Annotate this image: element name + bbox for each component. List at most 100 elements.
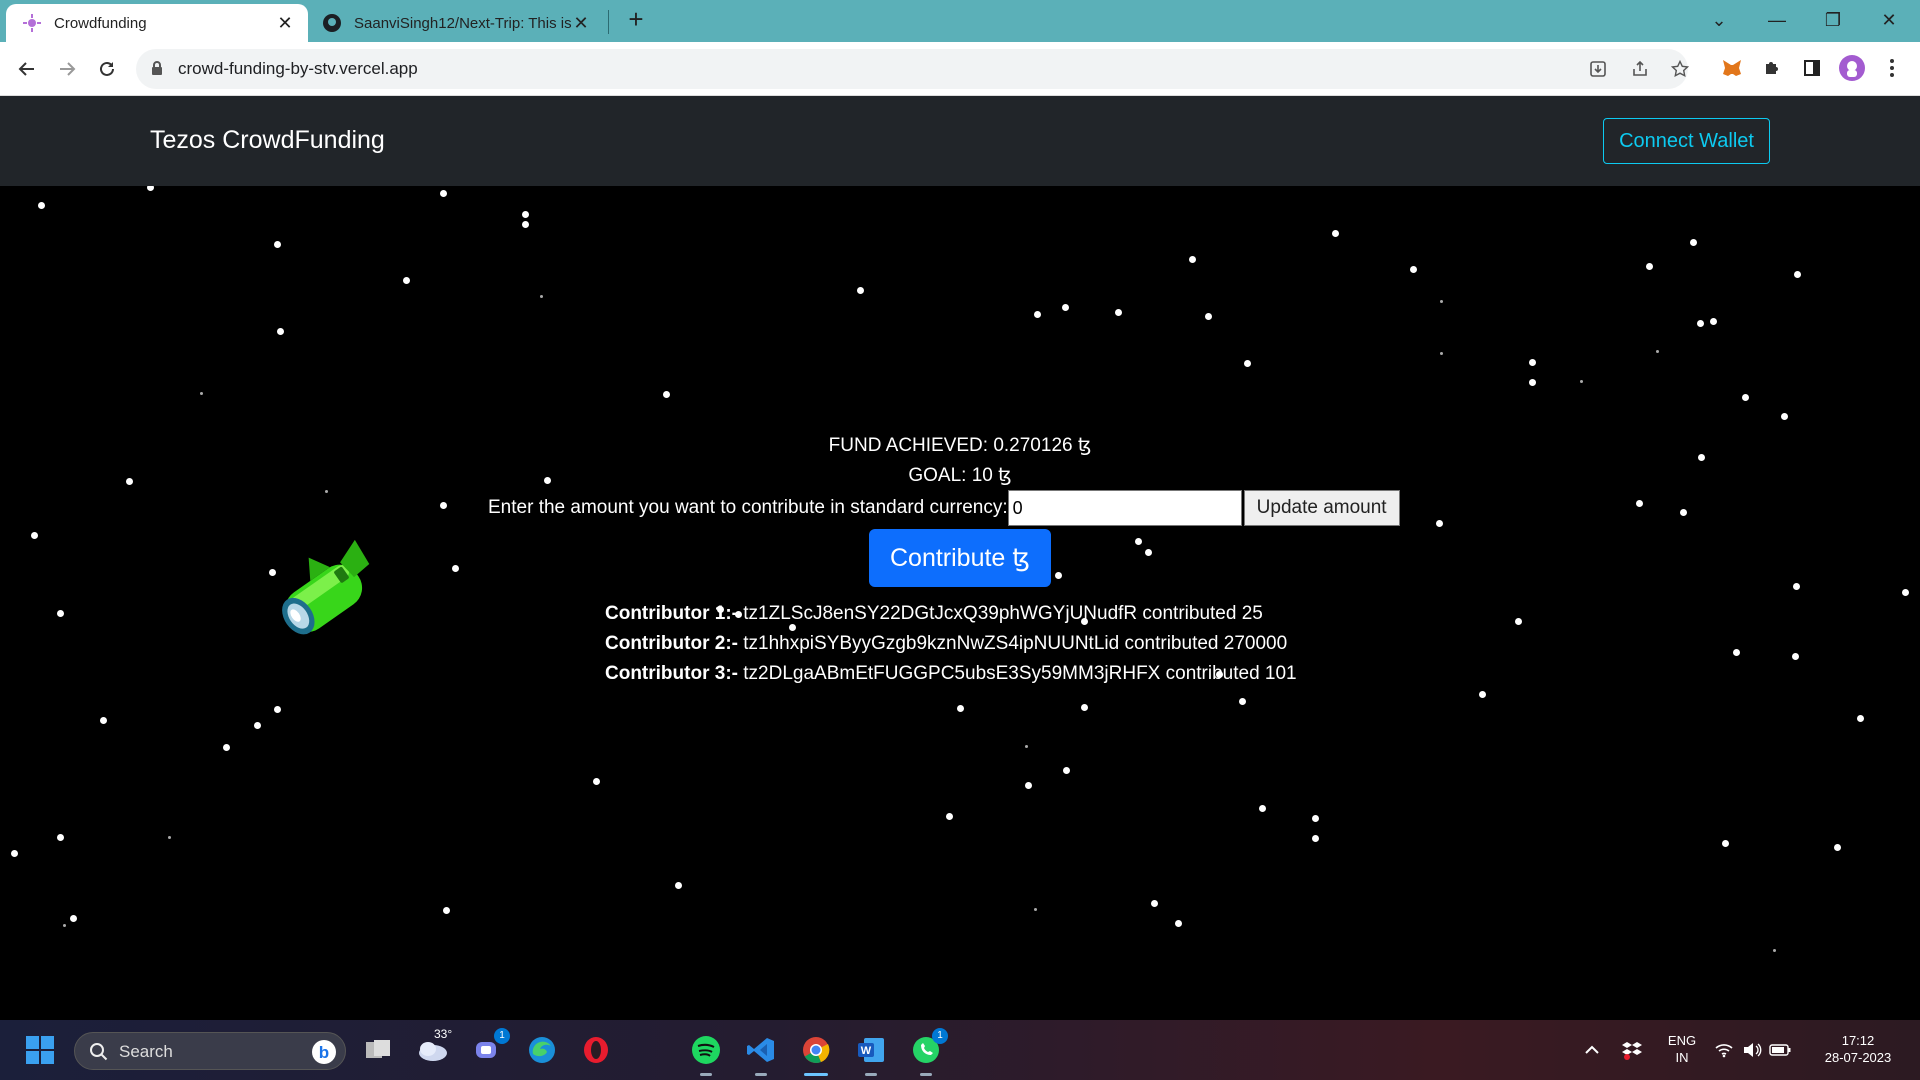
update-amount-button[interactable]: Update amount — [1243, 490, 1400, 526]
svg-text:b: b — [319, 1043, 329, 1062]
forward-button[interactable] — [52, 54, 82, 84]
contributors-list: Contributor 1:- tz1ZLScJ8enSY22DGtJcxQ39… — [605, 599, 1297, 689]
close-window-button[interactable]: ✕ — [1866, 0, 1912, 40]
star-decoration — [1062, 304, 1069, 311]
opera-browser-icon[interactable] — [578, 1032, 614, 1068]
url-text: crowd-funding-by-stv.vercel.app — [178, 59, 418, 78]
star-decoration — [1722, 840, 1729, 847]
star-decoration — [277, 328, 284, 335]
star-decoration — [440, 190, 447, 197]
task-view-icon[interactable] — [360, 1032, 396, 1068]
whatsapp-icon[interactable]: 1 — [908, 1028, 948, 1068]
star-decoration — [1529, 359, 1536, 366]
edge-browser-icon[interactable] — [524, 1032, 560, 1068]
star-decoration — [1175, 920, 1182, 927]
star-decoration — [1410, 266, 1417, 273]
lock-icon[interactable] — [150, 60, 164, 81]
star-decoration — [946, 813, 953, 820]
close-tab-icon[interactable]: ✕ — [572, 14, 590, 32]
windows-start-icon[interactable] — [22, 1032, 58, 1068]
taskbar-search-box[interactable]: Search b — [74, 1032, 346, 1070]
side-panel-icon[interactable] — [1798, 54, 1826, 82]
connect-wallet-button[interactable]: Connect Wallet — [1603, 118, 1770, 164]
restore-button[interactable]: ❐ — [1810, 0, 1856, 40]
star-decoration — [522, 211, 529, 218]
fund-achieved-text: FUND ACHIEVED: 0.270126 ꜩ — [828, 435, 1092, 456]
minimize-button[interactable]: — — [1754, 0, 1800, 40]
weather-temp: 33° — [434, 1027, 453, 1041]
vscode-icon[interactable] — [743, 1032, 779, 1068]
star-decoration — [1857, 715, 1864, 722]
list-item: Contributor 2:- tz1hhxpiSYByyGzgb9kznNwZ… — [605, 629, 1297, 659]
star-decoration — [1636, 500, 1643, 507]
windows-taskbar: Search b 33° 1 W 1 ENG IN 17:12 28-07-20… — [0, 1020, 1920, 1080]
list-item: Contributor 1:- tz1ZLScJ8enSY22DGtJcxQ39… — [605, 599, 1297, 629]
word-icon[interactable]: W — [853, 1032, 889, 1068]
browser-menu-icon[interactable] — [1878, 54, 1906, 82]
goal-text: GOAL: 10 ꜩ — [908, 465, 1012, 486]
back-button[interactable] — [12, 54, 42, 84]
search-placeholder: Search — [119, 1042, 173, 1061]
browser-toolbar: crowd-funding-by-stv.vercel.app — [0, 42, 1920, 96]
contributor-label: Contributor 3:- — [605, 663, 738, 684]
star-decoration — [1680, 509, 1687, 516]
metamask-extension-icon[interactable] — [1718, 54, 1746, 82]
install-app-icon[interactable] — [1588, 59, 1608, 79]
star-decoration — [1189, 256, 1196, 263]
star-decoration — [957, 705, 964, 712]
bing-icon[interactable]: b — [311, 1039, 337, 1070]
extensions-puzzle-icon[interactable] — [1758, 54, 1786, 82]
address-bar[interactable]: crowd-funding-by-stv.vercel.app — [136, 49, 1690, 89]
close-tab-icon[interactable]: ✕ — [276, 14, 294, 32]
star-decoration — [1733, 649, 1740, 656]
running-indicator — [700, 1073, 712, 1076]
tab-search-chevron-icon[interactable]: ⌄ — [1696, 0, 1742, 40]
star-decoration — [1794, 271, 1801, 278]
new-tab-button[interactable]: + — [622, 6, 650, 34]
star-decoration — [1025, 782, 1032, 789]
contribute-button[interactable]: Contribute ꜩ — [869, 529, 1051, 587]
spotify-icon[interactable] — [688, 1032, 724, 1068]
site-brand[interactable]: Tezos CrowdFunding — [150, 126, 385, 155]
star-decoration — [1742, 394, 1749, 401]
star-decoration — [1312, 815, 1319, 822]
tab-crowdfunding[interactable]: Crowdfunding ✕ — [6, 4, 308, 42]
list-item: Contributor 3:- tz2DLgaABmEtFUGGPC5ubsE3… — [605, 659, 1297, 689]
star-decoration — [1259, 805, 1266, 812]
browser-tab-strip: Crowdfunding ✕ SaanviSingh12/Next-Trip: … — [0, 0, 1920, 42]
chrome-icon[interactable] — [798, 1032, 834, 1068]
tab-separator — [608, 10, 609, 34]
star-decoration — [1055, 572, 1062, 579]
wifi-icon[interactable] — [1710, 1032, 1738, 1068]
dropbox-tray-icon[interactable] — [1614, 1032, 1650, 1068]
language-indicator[interactable]: ENG IN — [1660, 1032, 1704, 1066]
volume-icon[interactable] — [1738, 1032, 1766, 1068]
contribution-amount-row: Enter the amount you want to contribute … — [488, 490, 1400, 526]
star-decoration — [274, 706, 281, 713]
contributor-detail: tz1hhxpiSYByyGzgb9kznNwZS4ipNUUNtLid con… — [737, 633, 1288, 654]
language-code: ENG — [1667, 1033, 1697, 1048]
star-decoration — [1529, 379, 1536, 386]
clock[interactable]: 17:12 28-07-2023 — [1808, 1032, 1908, 1066]
star-decoration — [1479, 691, 1486, 698]
tray-overflow-chevron-icon[interactable] — [1574, 1032, 1610, 1068]
star-decoration — [1773, 949, 1776, 952]
reload-button[interactable] — [92, 54, 122, 84]
battery-icon[interactable] — [1766, 1032, 1794, 1068]
star-decoration — [1115, 309, 1122, 316]
tab-github-next-trip[interactable]: SaanviSingh12/Next-Trip: This is a ✕ — [312, 4, 602, 42]
star-decoration — [223, 744, 230, 751]
site-navbar: Tezos CrowdFunding Connect Wallet — [0, 96, 1920, 186]
amount-input[interactable] — [1007, 490, 1242, 526]
teams-badge: 1 — [494, 1028, 510, 1044]
crowdfunding-favicon-icon — [22, 13, 42, 33]
star-decoration — [200, 392, 203, 395]
star-decoration — [1580, 380, 1583, 383]
star-decoration — [274, 241, 281, 248]
share-icon[interactable] — [1630, 59, 1650, 79]
weather-widget-icon[interactable]: 33° — [414, 1027, 452, 1068]
teams-chat-icon[interactable]: 1 — [470, 1028, 510, 1068]
bookmark-star-icon[interactable] — [1670, 59, 1690, 79]
profile-avatar[interactable] — [1838, 54, 1866, 82]
rocket-illustration — [262, 536, 392, 661]
